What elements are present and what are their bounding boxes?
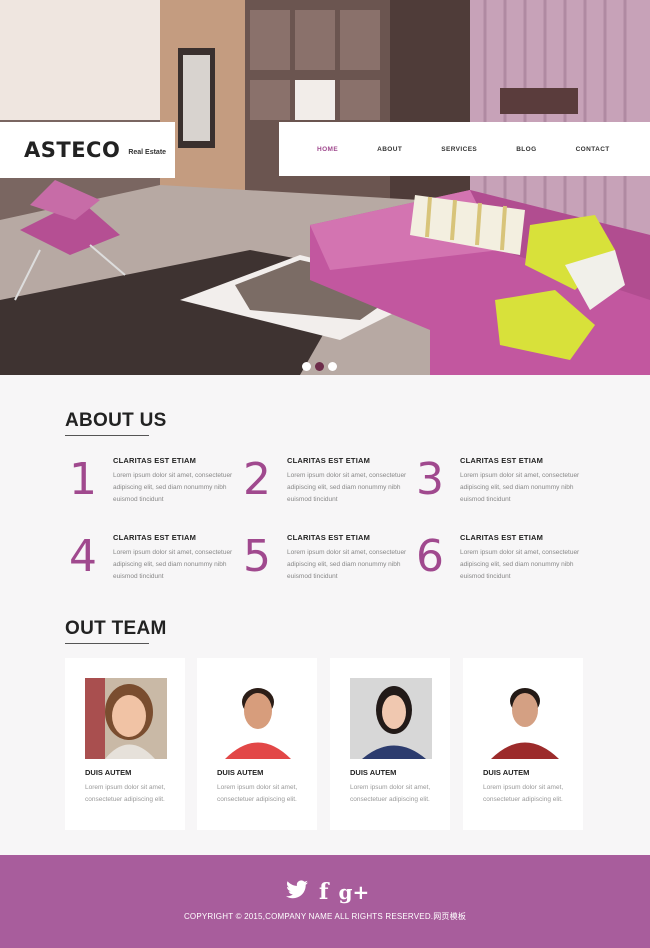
feature-number: 4 xyxy=(69,531,97,582)
team-photo xyxy=(85,678,167,759)
team-member-name: DUIS AUTEM xyxy=(350,768,397,777)
nav-item-contact[interactable]: CONTACT xyxy=(576,146,610,153)
hero-slider: ASTECO Real Estate HOME ABOUT SERVICES B… xyxy=(0,0,650,375)
feature-item: 6 CLARITAS EST ETIAM Lorem ipsum dolor s… xyxy=(412,531,582,593)
nav-item-home[interactable]: HOME xyxy=(317,146,338,153)
twitter-icon[interactable] xyxy=(285,879,309,905)
team-card: DUIS AUTEM Lorem ipsum dolor sit amet, c… xyxy=(463,658,583,830)
feature-description: Lorem ipsum dolor sit amet, consectetuer… xyxy=(460,472,580,503)
feature-description: Lorem ipsum dolor sit amet, consectetuer… xyxy=(113,549,233,580)
team-member-description: Lorem ipsum dolor sit amet, consectetuer… xyxy=(483,784,564,803)
feature-item: 5 CLARITAS EST ETIAM Lorem ipsum dolor s… xyxy=(239,531,409,593)
slider-dot[interactable] xyxy=(328,362,337,371)
slider-dot[interactable] xyxy=(302,362,311,371)
nav-item-services[interactable]: SERVICES xyxy=(441,146,477,153)
team-member-description: Lorem ipsum dolor sit amet, consectetuer… xyxy=(85,784,166,803)
feature-description: Lorem ipsum dolor sit amet, consectetuer… xyxy=(460,549,580,580)
feature-number: 5 xyxy=(243,531,271,582)
copyright-link[interactable]: 网页模板 xyxy=(433,912,466,921)
feature-description: Lorem ipsum dolor sit amet, consectetuer… xyxy=(113,472,233,503)
copyright-text: COPYRIGHT © 2015,COMPANY NAME ALL RIGHTS… xyxy=(183,912,434,921)
team-photo-image xyxy=(483,678,565,759)
feature-description: Lorem ipsum dolor sit amet, consectetuer… xyxy=(287,549,407,580)
team-photo-image xyxy=(350,678,432,759)
feature-number: 1 xyxy=(69,454,97,505)
team-card: DUIS AUTEM Lorem ipsum dolor sit amet, c… xyxy=(197,658,317,830)
nav-item-blog[interactable]: BLOG xyxy=(516,146,536,153)
copyright: COPYRIGHT © 2015,COMPANY NAME ALL RIGHTS… xyxy=(0,911,650,922)
team-member-name: DUIS AUTEM xyxy=(217,768,264,777)
footer: f g+ COPYRIGHT © 2015,COMPANY NAME ALL R… xyxy=(0,855,650,948)
feature-number: 6 xyxy=(416,531,444,582)
team-photo-image xyxy=(85,678,167,759)
feature-item: 4 CLARITAS EST ETIAM Lorem ipsum dolor s… xyxy=(65,531,235,593)
feature-title: CLARITAS EST ETIAM xyxy=(460,456,544,465)
logo-text: ASTECO xyxy=(24,138,121,162)
feature-number: 3 xyxy=(416,454,444,505)
team-card: DUIS AUTEM Lorem ipsum dolor sit amet, c… xyxy=(330,658,450,830)
team-member-description: Lorem ipsum dolor sit amet, consectetuer… xyxy=(350,784,431,803)
team-photo-image xyxy=(217,678,299,759)
team-member-name: DUIS AUTEM xyxy=(483,768,530,777)
logo[interactable]: ASTECO Real Estate xyxy=(0,122,175,178)
feature-item: 3 CLARITAS EST ETIAM Lorem ipsum dolor s… xyxy=(412,454,582,516)
google-plus-icon[interactable]: g+ xyxy=(338,880,369,904)
facebook-icon[interactable]: f xyxy=(319,879,328,905)
team-card: DUIS AUTEM Lorem ipsum dolor sit amet, c… xyxy=(65,658,185,830)
social-links: f g+ xyxy=(285,879,369,905)
about-title: ABOUT US xyxy=(65,410,167,436)
team-photo xyxy=(483,678,565,759)
main-nav: HOME ABOUT SERVICES BLOG CONTACT xyxy=(279,122,650,176)
slider-dots xyxy=(302,362,337,371)
feature-title: CLARITAS EST ETIAM xyxy=(113,456,197,465)
logo-subtitle: Real Estate xyxy=(128,149,167,156)
team-title: OUT TEAM xyxy=(65,618,167,644)
feature-number: 2 xyxy=(243,454,271,505)
hero-image xyxy=(0,0,650,375)
slider-dot[interactable] xyxy=(315,362,324,371)
team-member-name: DUIS AUTEM xyxy=(85,768,132,777)
feature-item: 2 CLARITAS EST ETIAM Lorem ipsum dolor s… xyxy=(239,454,409,516)
feature-title: CLARITAS EST ETIAM xyxy=(113,533,197,542)
feature-item: 1 CLARITAS EST ETIAM Lorem ipsum dolor s… xyxy=(65,454,235,516)
team-photo xyxy=(217,678,299,759)
feature-title: CLARITAS EST ETIAM xyxy=(287,456,371,465)
feature-title: CLARITAS EST ETIAM xyxy=(460,533,544,542)
team-member-description: Lorem ipsum dolor sit amet, consectetuer… xyxy=(217,784,298,803)
feature-description: Lorem ipsum dolor sit amet, consectetuer… xyxy=(287,472,407,503)
feature-title: CLARITAS EST ETIAM xyxy=(287,533,371,542)
nav-item-about[interactable]: ABOUT xyxy=(377,146,402,153)
team-photo xyxy=(350,678,432,759)
